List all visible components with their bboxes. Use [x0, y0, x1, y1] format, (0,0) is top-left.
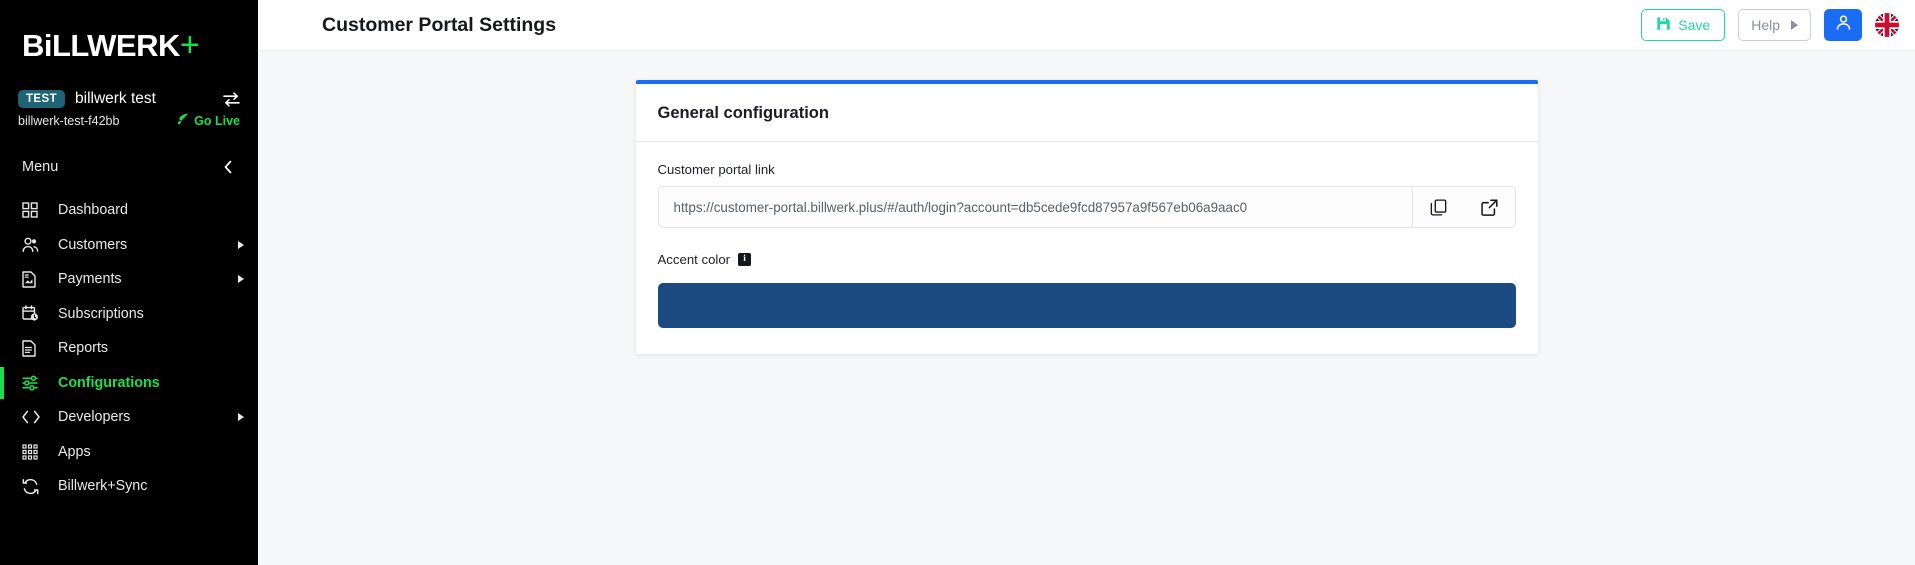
save-button[interactable]: Save [1641, 9, 1726, 41]
help-button[interactable]: Help [1738, 9, 1811, 41]
apps-dots-icon [22, 444, 48, 460]
accent-color-label-text: Accent color [657, 252, 731, 267]
user-person-icon [1835, 14, 1852, 36]
card-header: General configuration [635, 84, 1538, 142]
chevron-left-icon[interactable] [222, 159, 234, 175]
tenant-row-secondary: billwerk-test-f42bb Go Live [18, 113, 240, 129]
caret-right-icon[interactable] [238, 275, 244, 284]
sidebar-item-label: Subscriptions [58, 305, 144, 322]
sidebar-item-label: Customers [58, 236, 128, 253]
users-icon [22, 237, 48, 253]
sidebar-item-label: Billwerk+Sync [58, 478, 148, 495]
main-area: Customer Portal Settings Save Help Gener… [258, 0, 1915, 565]
sidebar-nav: Dashboard Customers Payments Subscriptio… [0, 193, 258, 504]
portal-link-label-text: Customer portal link [657, 162, 775, 177]
sidebar-item-label: Dashboard [58, 202, 128, 219]
accent-color-swatch[interactable] [657, 283, 1516, 328]
go-live-button[interactable]: Go Live [176, 113, 240, 129]
sidebar-item-payments[interactable]: Payments [0, 262, 258, 297]
help-label: Help [1751, 17, 1780, 33]
app-root: BiLLWERK+ TEST billwerk test billwerk-te… [0, 0, 1915, 565]
content-area: General configuration Customer portal li… [258, 51, 1915, 565]
sidebar-item-dashboard[interactable]: Dashboard [0, 193, 258, 228]
card-body: Customer portal link https://customer-po… [636, 142, 1538, 354]
copy-icon[interactable] [1412, 187, 1464, 227]
grid-squares-icon [22, 202, 48, 218]
environment-badge: TEST [18, 90, 65, 108]
portal-link-value: https://customer-portal.billwerk.plus/#/… [673, 199, 1248, 215]
go-live-label: Go Live [194, 114, 240, 128]
accent-color-label: Accent color i [658, 252, 1516, 267]
document-icon [22, 340, 48, 357]
menu-label: Menu [22, 159, 59, 175]
sidebar-item-apps[interactable]: Apps [0, 435, 258, 470]
portal-link-field[interactable]: https://customer-portal.billwerk.plus/#/… [657, 186, 1516, 228]
header-actions: Save Help [1641, 9, 1899, 41]
portal-link-label: Customer portal link [658, 162, 1516, 177]
rocket-icon [176, 113, 189, 129]
general-configuration-card: General configuration Customer portal li… [635, 80, 1538, 354]
top-bar: Customer Portal Settings Save Help [258, 0, 1915, 51]
caret-right-icon[interactable] [238, 240, 244, 249]
sidebar-item-label: Configurations [58, 374, 160, 391]
sidebar-item-billwerk-sync[interactable]: Billwerk+Sync [0, 469, 258, 504]
sidebar-item-developers[interactable]: Developers [0, 400, 258, 435]
floppy-disk-save-icon [1656, 16, 1671, 34]
brand-logo[interactable]: BiLLWERK+ [0, 0, 258, 80]
tenant-name: billwerk test [75, 90, 156, 107]
brand-name: BiLLWERK [22, 28, 180, 63]
sidebar-item-label: Reports [58, 340, 109, 357]
code-brackets-icon [22, 410, 48, 424]
info-icon[interactable]: i [738, 253, 752, 266]
external-link-icon[interactable] [1463, 187, 1515, 227]
tenant-row-primary: TEST billwerk test [18, 90, 240, 108]
sidebar-item-configurations[interactable]: Configurations [0, 366, 258, 401]
sidebar-item-label: Apps [58, 443, 91, 460]
sidebar-item-label: Payments [58, 271, 122, 288]
brand-logo-text: BiLLWERK+ [22, 28, 258, 62]
user-account-button[interactable] [1824, 9, 1862, 41]
tenant-switcher[interactable]: TEST billwerk test billwerk-test-f42bb G… [0, 80, 258, 129]
calendar-clock-icon [22, 305, 48, 322]
sidebar-item-reports[interactable]: Reports [0, 331, 258, 366]
tenant-slug: billwerk-test-f42bb [18, 114, 120, 128]
caret-right-icon[interactable] [238, 413, 244, 422]
menu-header: Menu [0, 129, 258, 175]
page-title: Customer Portal Settings [322, 13, 557, 36]
sliders-icon [22, 375, 48, 391]
card-title: General configuration [657, 104, 829, 122]
sidebar-item-subscriptions[interactable]: Subscriptions [0, 297, 258, 332]
sync-refresh-icon [22, 478, 48, 495]
sidebar-item-customers[interactable]: Customers [0, 228, 258, 263]
uk-flag-icon[interactable] [1875, 13, 1899, 37]
brand-plus: + [179, 26, 200, 64]
triangle-right-icon [1791, 20, 1798, 30]
save-label: Save [1678, 17, 1711, 33]
invoice-icon [22, 271, 48, 288]
sidebar-item-label: Developers [58, 409, 131, 426]
swap-arrows-icon[interactable] [223, 91, 240, 107]
sidebar: BiLLWERK+ TEST billwerk test billwerk-te… [0, 0, 258, 565]
